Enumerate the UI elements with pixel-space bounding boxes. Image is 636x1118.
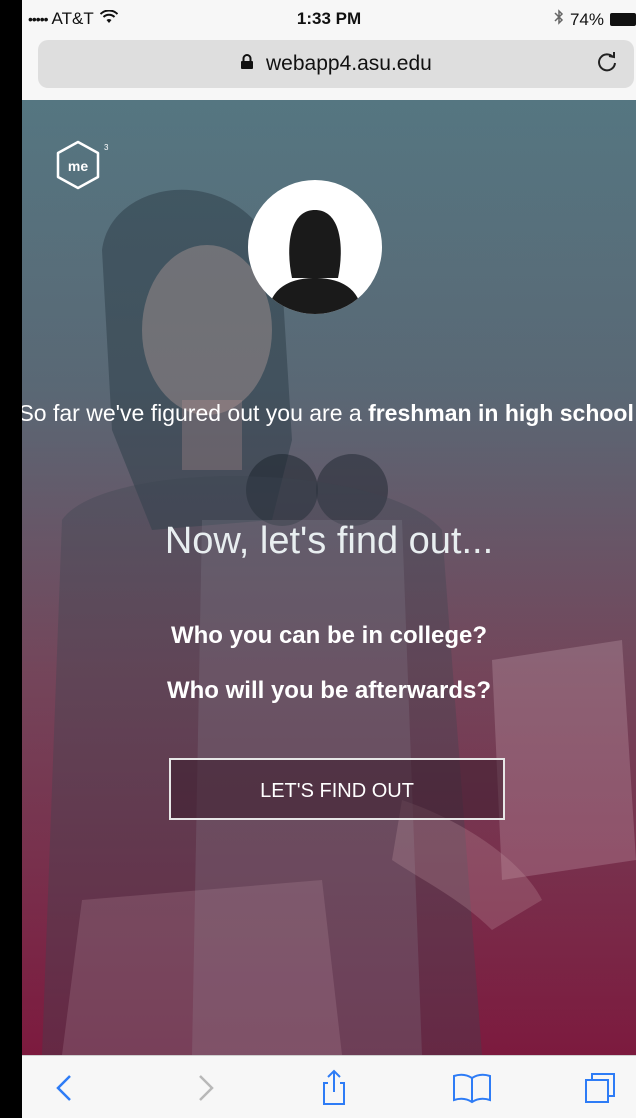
url-text: webapp4.asu.edu [266,52,432,75]
intro-grade: freshman in high school! [368,400,636,426]
status-bar: ••••• AT&T 1:33 PM 74% [22,0,636,36]
lock-icon [240,52,254,76]
phone-screen: ••••• AT&T 1:33 PM 74% webapp4.asu.edu m… [22,0,636,1118]
bluetooth-icon [554,9,564,30]
status-time: 1:33 PM [296,9,362,28]
battery-icon [610,13,636,26]
question-college: Who you can be in college? [170,622,488,649]
forward-icon[interactable] [182,1066,226,1110]
avatar [248,180,382,314]
me3-logo: me 3 [52,138,109,194]
back-icon[interactable] [44,1066,88,1110]
tabs-icon[interactable] [578,1066,622,1110]
logo-superscript: 3 [104,143,109,152]
lets-find-out-button[interactable]: LET'S FIND OUT [169,758,505,820]
intro-prefix: So far we've figured out you are a [22,400,369,426]
user-silhouette-icon [268,210,362,314]
bookmarks-icon[interactable] [450,1066,494,1110]
intro-text: So far we've figured out you are a fresh… [22,396,636,430]
browser-toolbar [22,1055,636,1118]
logo-text: me [68,158,88,174]
reload-icon[interactable] [596,48,618,81]
hero-section: me 3 So far we've figured out you are a … [22,100,636,1055]
question-afterwards: Who will you be afterwards? [166,677,492,704]
headline: Now, let's find out... [164,520,494,562]
battery-percent: 74% [569,9,604,29]
share-icon[interactable] [312,1066,356,1110]
status-right: 74% [554,9,636,30]
address-bar[interactable]: webapp4.asu.edu [38,40,634,88]
url-display[interactable]: webapp4.asu.edu [38,52,634,76]
